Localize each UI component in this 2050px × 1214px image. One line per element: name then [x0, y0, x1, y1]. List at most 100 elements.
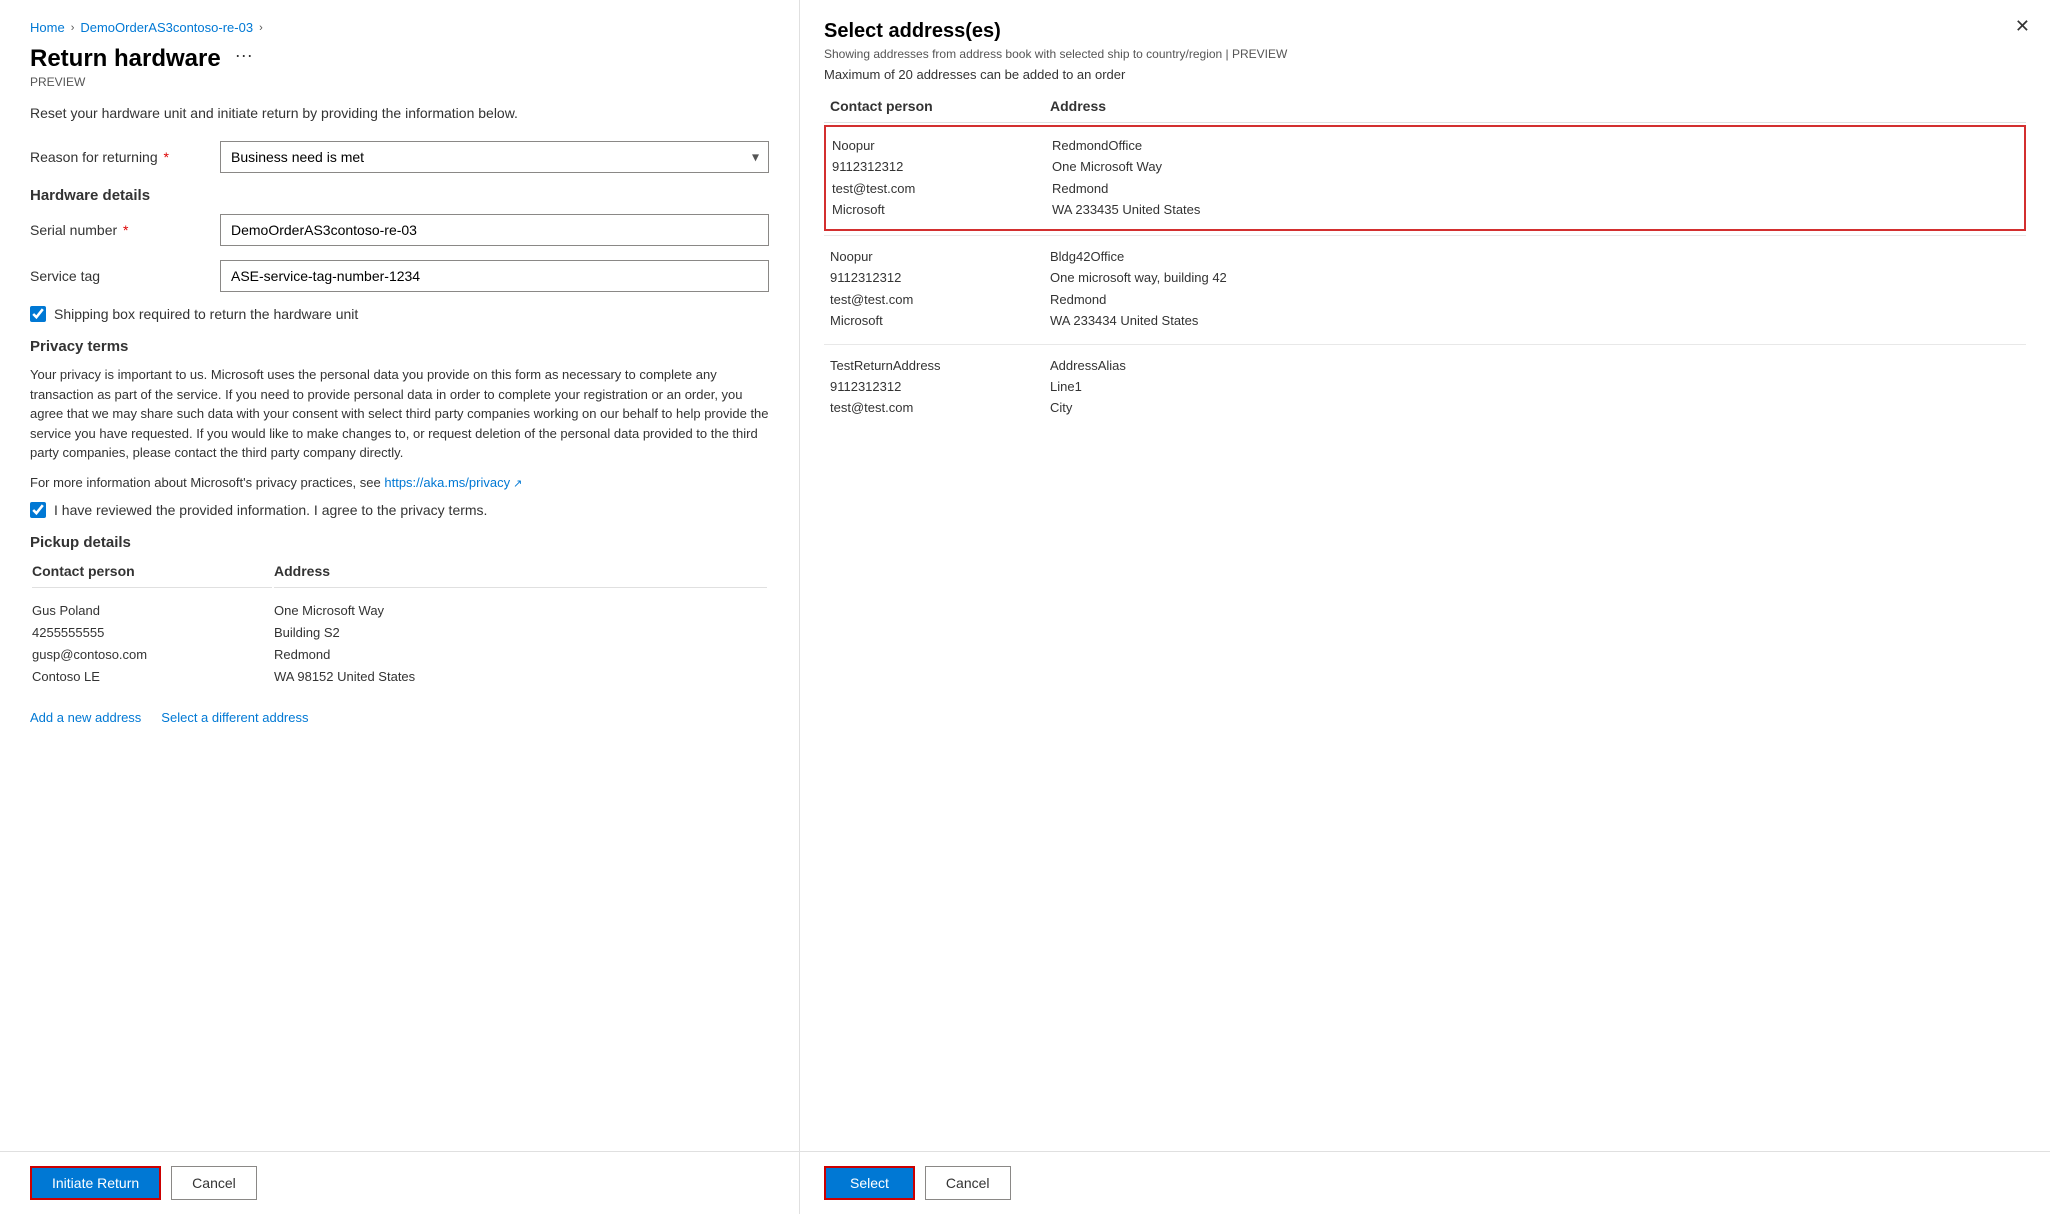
- contact-company: Contoso LE: [32, 666, 272, 688]
- contact-email: gusp@contoso.com: [32, 644, 272, 666]
- addr1-line2: One Microsoft Way: [1052, 156, 1200, 177]
- addr3-line2: Line1: [1050, 376, 1126, 397]
- pickup-links: Add a new address Select a different add…: [30, 710, 769, 725]
- address-line2: Building S2: [274, 622, 767, 644]
- serial-label: Serial number *: [30, 222, 210, 238]
- addr2-contact: Noopur 9112312312 test@test.com Microsof…: [830, 246, 1050, 332]
- service-tag-label: Service tag: [30, 268, 210, 284]
- left-content: Home › DemoOrderAS3contoso-re-03 › Retur…: [0, 0, 799, 1151]
- addr2-email: test@test.com: [830, 289, 1050, 310]
- add-new-address-link[interactable]: Add a new address: [30, 710, 141, 725]
- addr-table-header: Contact person Address: [824, 98, 2026, 123]
- privacy-text2: For more information about Microsoft's p…: [30, 473, 769, 493]
- address-row-1[interactable]: Noopur 9112312312 test@test.com Microsof…: [824, 125, 2026, 231]
- pickup-table: Contact person Address Gus Poland 425555…: [30, 561, 769, 700]
- pickup-col-contact: Contact person: [32, 563, 272, 588]
- shipping-checkbox-row: Shipping box required to return the hard…: [30, 306, 769, 322]
- page-title: Return hardware PREVIEW: [30, 45, 221, 103]
- addr1-phone: 9112312312: [832, 156, 1052, 177]
- right-bottom-bar: Select Cancel: [800, 1151, 2050, 1214]
- address-list: Noopur 9112312312 test@test.com Microsof…: [824, 125, 2026, 427]
- addr2-name: Noopur: [830, 246, 1050, 267]
- reason-label: Reason for returning *: [30, 149, 210, 165]
- addr-divider-1: [824, 235, 2026, 236]
- privacy-text1: Your privacy is important to us. Microso…: [30, 365, 769, 463]
- addr1-address: RedmondOffice One Microsoft Way Redmond …: [1052, 135, 1200, 221]
- serial-row: Serial number *: [30, 214, 769, 246]
- addr2-address: Bldg42Office One microsoft way, building…: [1050, 246, 1227, 332]
- addr1-line1: RedmondOffice: [1052, 135, 1200, 156]
- addr3-contact: TestReturnAddress 9112312312 test@test.c…: [830, 355, 1050, 419]
- addr2-company: Microsoft: [830, 310, 1050, 331]
- addr1-city: Redmond: [1052, 178, 1200, 199]
- addr-col-contact-header: Contact person: [830, 98, 1050, 114]
- right-panel: ✕ Select address(es) Showing addresses f…: [800, 0, 2050, 1214]
- address-city: Redmond: [274, 644, 767, 666]
- pickup-section-title: Pickup details: [30, 534, 769, 551]
- addr2-line1: Bldg42Office: [1050, 246, 1227, 267]
- agree-label: I have reviewed the provided information…: [54, 502, 487, 518]
- left-panel: Home › DemoOrderAS3contoso-re-03 › Retur…: [0, 0, 800, 1214]
- agree-checkbox[interactable]: [30, 502, 46, 518]
- breadcrumb-sep2: ›: [259, 22, 263, 34]
- address-line1: One Microsoft Way: [274, 600, 767, 622]
- addr1-region: WA 233435 United States: [1052, 199, 1200, 220]
- addr1-email: test@test.com: [832, 178, 1052, 199]
- addr1-company: Microsoft: [832, 199, 1052, 220]
- left-bottom-bar: Initiate Return Cancel: [0, 1151, 799, 1214]
- pickup-col-address: Address: [274, 563, 767, 588]
- addr3-address: AddressAlias Line1 City: [1050, 355, 1126, 419]
- panel-subtitle: Showing addresses from address book with…: [824, 47, 2026, 61]
- breadcrumb-home[interactable]: Home: [30, 20, 65, 35]
- addr2-phone: 9112312312: [830, 267, 1050, 288]
- title-row: Return hardware PREVIEW ···: [30, 45, 769, 103]
- right-content: ✕ Select address(es) Showing addresses f…: [800, 0, 2050, 1151]
- panel-note: Maximum of 20 addresses can be added to …: [824, 67, 2026, 82]
- reason-row: Reason for returning * Business need is …: [30, 141, 769, 173]
- agree-checkbox-row: I have reviewed the provided information…: [30, 502, 769, 518]
- addr2-line2: One microsoft way, building 42: [1050, 267, 1227, 288]
- cancel-button-left[interactable]: Cancel: [171, 1166, 257, 1200]
- select-different-address-link[interactable]: Select a different address: [161, 710, 308, 725]
- shipping-checkbox-label: Shipping box required to return the hard…: [54, 306, 358, 322]
- more-options-button[interactable]: ···: [231, 45, 257, 66]
- service-tag-row: Service tag: [30, 260, 769, 292]
- service-tag-input[interactable]: [220, 260, 769, 292]
- reason-select[interactable]: Business need is met: [220, 141, 769, 173]
- panel-title: Select address(es): [824, 20, 2026, 43]
- addr1-contact: Noopur 9112312312 test@test.com Microsof…: [832, 135, 1052, 221]
- address-row-3[interactable]: TestReturnAddress 9112312312 test@test.c…: [824, 347, 2026, 427]
- breadcrumb-sep1: ›: [71, 22, 75, 34]
- close-button[interactable]: ✕: [2015, 16, 2030, 37]
- address-row-2[interactable]: Noopur 9112312312 test@test.com Microsof…: [824, 238, 2026, 340]
- addr3-email: test@test.com: [830, 397, 1050, 418]
- address-region: WA 98152 United States: [274, 666, 767, 688]
- contact-phone: 4255555555: [32, 622, 272, 644]
- breadcrumb: Home › DemoOrderAS3contoso-re-03 ›: [30, 20, 769, 35]
- pickup-section: Pickup details Contact person Address Gu…: [30, 534, 769, 725]
- addr1-name: Noopur: [832, 135, 1052, 156]
- addr3-city: City: [1050, 397, 1126, 418]
- breadcrumb-order[interactable]: DemoOrderAS3contoso-re-03: [80, 20, 253, 35]
- addr3-name: TestReturnAddress: [830, 355, 1050, 376]
- privacy-section-title: Privacy terms: [30, 338, 769, 355]
- addr3-phone: 9112312312: [830, 376, 1050, 397]
- shipping-checkbox[interactable]: [30, 306, 46, 322]
- initiate-return-button[interactable]: Initiate Return: [30, 1166, 161, 1200]
- pickup-data-row: Gus Poland 4255555555 gusp@contoso.com C…: [32, 590, 767, 698]
- addr3-line1: AddressAlias: [1050, 355, 1126, 376]
- contact-name: Gus Poland: [32, 600, 272, 622]
- hardware-section-title: Hardware details: [30, 187, 769, 204]
- cancel-button-right[interactable]: Cancel: [925, 1166, 1011, 1200]
- addr2-region: WA 233434 United States: [1050, 310, 1227, 331]
- privacy-link[interactable]: https://aka.ms/privacy: [384, 475, 522, 490]
- addr2-city: Redmond: [1050, 289, 1227, 310]
- serial-input[interactable]: [220, 214, 769, 246]
- page-description: Reset your hardware unit and initiate re…: [30, 105, 769, 121]
- addr-divider-2: [824, 344, 2026, 345]
- pickup-address-info: One Microsoft Way Building S2 Redmond WA…: [274, 590, 767, 698]
- required-star: *: [160, 149, 169, 165]
- pickup-contact-info: Gus Poland 4255555555 gusp@contoso.com C…: [32, 590, 272, 698]
- select-button[interactable]: Select: [824, 1166, 915, 1200]
- addr-col-address-header: Address: [1050, 98, 1106, 114]
